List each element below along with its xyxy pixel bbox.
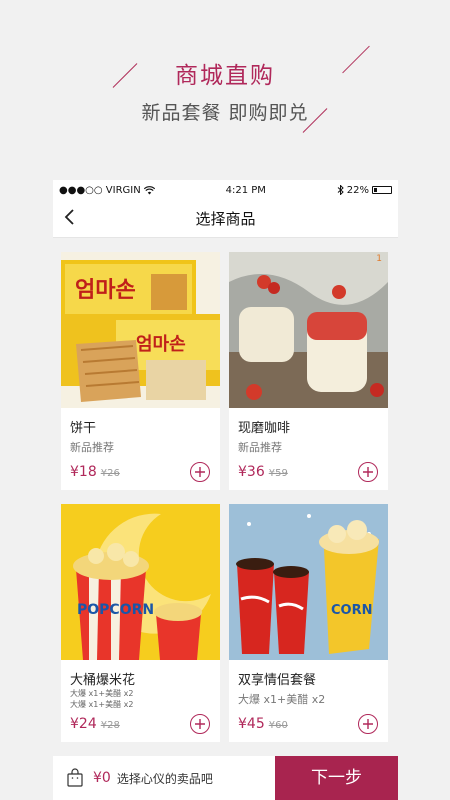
product-desc: 新品推荐 — [70, 441, 114, 454]
product-name: 双享情侣套餐 — [238, 673, 317, 688]
product-name: 现磨咖啡 — [238, 421, 291, 436]
product-desc: 大爆 x1+美醋 x2 大爆 x1+美醋 x2 — [70, 688, 220, 710]
product-card-cookies[interactable]: 엄마손 엄마손 饼干 新品推荐 ¥18 ¥26 — [61, 252, 220, 490]
product-card-popcorn[interactable]: POPCORN 大桶爆米花 大爆 x1+美醋 x2 大爆 x1+美醋 x2 ¥2… — [61, 504, 220, 742]
product-desc-line: 大爆 x1+美醋 x2 — [70, 700, 134, 709]
product-image-cookies: 엄마손 엄마손 — [61, 252, 220, 408]
product-price: ¥45 — [238, 716, 265, 732]
plus-icon — [363, 467, 373, 477]
shopping-bag-icon[interactable] — [65, 768, 85, 788]
product-image-coffee: 1 — [229, 252, 388, 408]
battery-icon — [371, 186, 392, 194]
carrier-label: ●●●○○ VIRGIN — [59, 184, 141, 196]
svg-text:엄마손: 엄마손 — [75, 278, 136, 303]
product-image-popcorn: POPCORN — [61, 504, 220, 660]
svg-text:POPCORN: POPCORN — [77, 602, 154, 618]
add-to-cart-button[interactable] — [358, 462, 378, 482]
plus-icon — [195, 719, 205, 729]
wifi-icon — [143, 185, 155, 194]
promo-title: 商城直购 — [175, 63, 275, 89]
product-price: ¥36 — [238, 464, 265, 480]
add-to-cart-button[interactable] — [190, 462, 210, 482]
phone-screen: ●●●○○ VIRGIN 4:21 PM 22% 选择商品 엄마손 엄마손 饼干… — [53, 180, 398, 800]
next-step-button[interactable]: 下一步 — [275, 756, 398, 800]
nav-bar: 选择商品 — [53, 200, 398, 238]
product-badge: 1 — [376, 254, 382, 264]
promo-subtitle: 新品套餐 即购即兑 — [141, 102, 309, 124]
back-button[interactable] — [63, 208, 83, 230]
battery-percent: 22% — [346, 184, 369, 196]
product-old-price: ¥59 — [268, 468, 288, 479]
product-desc: 大爆 x1+美醋 x2 — [238, 693, 326, 706]
plus-icon — [195, 467, 205, 477]
product-old-price: ¥28 — [100, 720, 120, 731]
cart-hint: 选择心仪的卖品吧 — [116, 771, 213, 786]
product-image-couple-combo: CORN — [229, 504, 388, 660]
product-price: ¥18 — [70, 464, 97, 480]
cart-total: ¥0 — [93, 770, 111, 786]
chevron-left-icon — [64, 209, 74, 225]
product-card-couple-combo[interactable]: CORN 双享情侣套餐 大爆 x1+美醋 x2 ¥45 ¥60 — [229, 504, 388, 742]
product-name: 大桶爆米花 — [70, 673, 136, 688]
product-name: 饼干 — [70, 421, 97, 436]
cart-bar: ¥0 选择心仪的卖品吧 下一步 — [53, 756, 398, 800]
add-to-cart-button[interactable] — [358, 714, 378, 734]
status-bar: ●●●○○ VIRGIN 4:21 PM 22% — [53, 180, 398, 200]
page-title: 选择商品 — [195, 210, 256, 228]
product-desc: 新品推荐 — [238, 441, 282, 454]
status-time: 4:21 PM — [225, 184, 266, 196]
product-old-price: ¥26 — [100, 468, 120, 479]
svg-text:엄마손: 엄마손 — [136, 334, 186, 355]
product-desc-line: 大爆 x1+美醋 x2 — [70, 689, 134, 698]
product-price: ¥24 — [70, 716, 97, 732]
product-old-price: ¥60 — [268, 720, 288, 731]
bluetooth-icon — [337, 185, 344, 195]
add-to-cart-button[interactable] — [190, 714, 210, 734]
product-card-coffee[interactable]: 1 现磨咖啡 新品推荐 ¥36 ¥59 — [229, 252, 388, 490]
plus-icon — [363, 719, 373, 729]
svg-text:CORN: CORN — [331, 603, 372, 618]
promo-banner: 商城直购 新品套餐 即购即兑 — [0, 0, 450, 180]
